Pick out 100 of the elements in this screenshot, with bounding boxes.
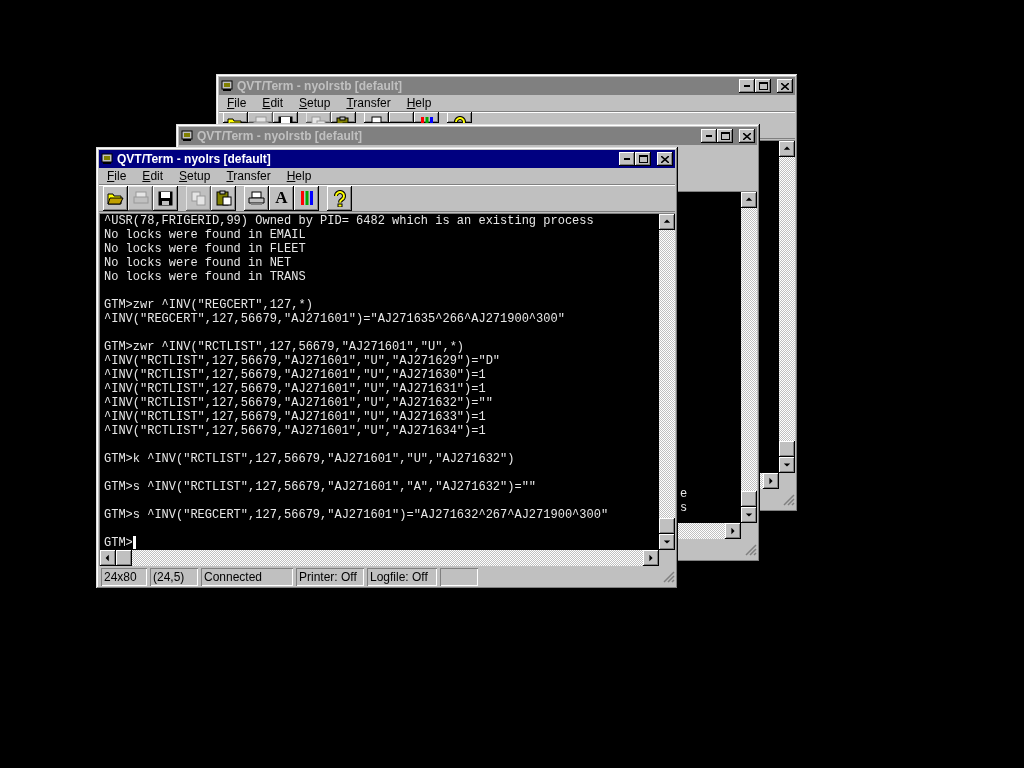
toolbar-button[interactable] <box>211 185 236 211</box>
menu-item[interactable]: Edit <box>138 169 172 183</box>
status-field <box>440 568 478 586</box>
scroll-up-button[interactable] <box>779 141 795 157</box>
terminal-line: ^INV("RCTLIST",127,56679,"AJ271601","U","AJ271630")=1 <box>104 368 486 382</box>
scroll-thumb[interactable] <box>116 550 132 566</box>
vertical-scrollbar[interactable] <box>779 141 795 473</box>
terminal-line: GTM>zwr ^INV("REGCERT",127,*) <box>104 298 313 312</box>
terminal-line: No locks were found in EMAIL <box>104 228 306 242</box>
terminal-line: No locks were found in FLEET <box>104 242 306 256</box>
window-title: QVT/Term - nyolrstb [default] <box>197 129 364 143</box>
terminal-line: ^INV("RCTLIST",127,56679,"AJ271601","U","AJ271632")="" <box>104 396 493 410</box>
arrow-right-icon <box>647 554 655 562</box>
menu-item[interactable]: Transfer <box>342 96 399 110</box>
vertical-scrollbar[interactable] <box>659 214 675 550</box>
menu-item[interactable]: Edit <box>258 96 292 110</box>
close-button[interactable] <box>657 152 673 166</box>
arrow-up-icon <box>663 218 671 226</box>
close-icon <box>781 82 789 90</box>
maximize-button[interactable] <box>717 129 733 143</box>
terminal-line: ^USR(78,FRIGERID,99) Owned by PID= 6482 which is an existing process <box>104 214 594 228</box>
scroll-down-button[interactable] <box>659 534 675 550</box>
arrow-down-icon <box>663 538 671 546</box>
terminal-icon <box>101 153 113 165</box>
window-title: QVT/Term - nyolrstb [default] <box>237 79 404 93</box>
resize-grip-icon[interactable] <box>663 571 675 583</box>
menu-item[interactable]: Setup <box>175 169 219 183</box>
terminal-line: ^INV("RCTLIST",127,56679,"AJ271601","U","AJ271634")=1 <box>104 424 486 438</box>
resize-grip-icon[interactable] <box>745 544 757 556</box>
minimize-icon <box>624 158 630 160</box>
maximize-icon <box>638 155 648 163</box>
vertical-scrollbar[interactable] <box>741 192 757 523</box>
minimize-icon <box>744 85 750 87</box>
arrow-left-icon <box>104 554 112 562</box>
close-icon <box>743 132 751 140</box>
scroll-left-button[interactable] <box>100 550 116 566</box>
terminal-line: ^INV("RCTLIST",127,56679,"AJ271601","U","AJ271633")=1 <box>104 410 486 424</box>
terminal-line: s <box>680 501 688 515</box>
toolbar-button[interactable] <box>153 185 178 211</box>
terminal-line: GTM>zwr ^INV("RCTLIST",127,56679,"AJ271601","U",*) <box>104 340 465 354</box>
close-button[interactable] <box>777 79 793 93</box>
status-field: (24,5) <box>150 568 198 586</box>
toolbar-button[interactable] <box>294 185 319 211</box>
menu-item[interactable]: Help <box>402 96 440 110</box>
minimize-button[interactable] <box>739 79 755 93</box>
menu-item[interactable]: File <box>223 96 255 110</box>
scroll-thumb[interactable] <box>659 518 675 534</box>
arrow-down-icon <box>745 511 753 519</box>
toolbar-button[interactable] <box>244 185 269 211</box>
terminal-line: No locks were found in TRANS <box>104 270 306 284</box>
arrow-up-icon <box>783 145 791 153</box>
menu-item[interactable]: Transfer <box>222 169 279 183</box>
window-title: QVT/Term - nyolrs [default] <box>117 152 272 166</box>
terminal-line: GTM>s ^INV("REGCERT",127,56679,"AJ271601")="AJ271632^267^AJ271900^300" <box>104 508 609 522</box>
scroll-right-button[interactable] <box>643 550 659 566</box>
terminal-line: GTM>k ^INV("RCTLIST",127,56679,"AJ271601","U","AJ271632") <box>104 452 515 466</box>
terminal-icon <box>181 130 193 142</box>
horizontal-scrollbar[interactable] <box>100 550 659 566</box>
minimize-icon <box>706 135 712 137</box>
terminal-line: GTM>s ^INV("RCTLIST",127,56679,"AJ271601","A","AJ271632")="" <box>104 480 537 494</box>
terminal-line: GTM> <box>104 536 133 550</box>
close-icon <box>661 155 669 163</box>
toolbar-button[interactable] <box>327 185 352 211</box>
scroll-down-button[interactable] <box>779 457 795 473</box>
arrow-right-icon <box>767 477 775 485</box>
scroll-up-button[interactable] <box>659 214 675 230</box>
minimize-button[interactable] <box>619 152 635 166</box>
menu-item[interactable]: Help <box>282 169 320 183</box>
scroll-down-button[interactable] <box>741 507 757 523</box>
scroll-up-button[interactable] <box>741 192 757 208</box>
terminal-screen[interactable] <box>100 214 659 550</box>
arrow-down-icon <box>783 461 791 469</box>
menu-item[interactable]: Setup <box>295 96 339 110</box>
arrow-up-icon <box>745 196 753 204</box>
scroll-right-button[interactable] <box>725 523 741 539</box>
status-field: Printer: Off <box>296 568 364 586</box>
scroll-thumb[interactable] <box>741 491 757 507</box>
toolbar-button[interactable] <box>389 112 414 123</box>
terminal-line: No locks were found in NET <box>104 256 292 270</box>
status-field: 24x80 <box>101 568 147 586</box>
resize-grip-icon[interactable] <box>783 494 795 506</box>
terminal-line: ^INV("RCTLIST",127,56679,"AJ271601","U","AJ271629")="D" <box>104 354 501 368</box>
status-field: Connected <box>201 568 293 586</box>
terminal-screen[interactable]: e s <box>678 192 741 523</box>
toolbar-button[interactable] <box>103 185 128 211</box>
terminal-icon <box>221 80 233 92</box>
maximize-button[interactable] <box>635 152 651 166</box>
close-button[interactable] <box>739 129 755 143</box>
menu-item[interactable]: File <box>103 169 135 183</box>
color-bars-icon <box>299 190 314 206</box>
horizontal-scrollbar[interactable] <box>678 523 741 539</box>
status-field: Logfile: Off <box>367 568 437 586</box>
maximize-icon <box>758 82 768 90</box>
toolbar-button[interactable]: A <box>269 185 294 211</box>
terminal-line: e <box>680 487 688 501</box>
maximize-icon <box>720 132 730 140</box>
minimize-button[interactable] <box>701 129 717 143</box>
maximize-button[interactable] <box>755 79 771 93</box>
scroll-thumb[interactable] <box>779 441 795 457</box>
arrow-right-icon <box>729 527 737 535</box>
